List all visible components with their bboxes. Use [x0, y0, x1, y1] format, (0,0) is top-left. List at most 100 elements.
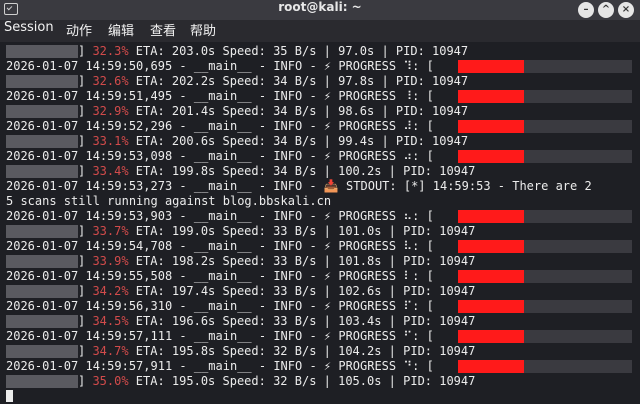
progress-status-line: ] 34.5% ETA: 196.6s Speed: 33 B/s | 103.… — [78, 314, 476, 328]
menu-edit[interactable]: 编辑 — [108, 20, 134, 42]
progress-bar-remainder — [6, 45, 78, 58]
progress-status-line: ] 33.9% ETA: 198.2s Speed: 33 B/s | 101.… — [78, 254, 476, 268]
progress-percent: 33.7% — [92, 224, 129, 238]
progress-bar-fill — [458, 360, 524, 373]
menu-view[interactable]: 查看 — [150, 20, 176, 42]
progress-status-line: ] 34.7% ETA: 195.8s Speed: 32 B/s | 104.… — [78, 344, 476, 358]
progress-percent: 33.4% — [92, 164, 129, 178]
progress-bar-fill — [458, 270, 524, 283]
log-message: - __main__ - INFO - ⚡ PROGRESS ⠙: [ — [172, 359, 434, 373]
progress-bar-track — [524, 330, 632, 343]
progress-details: ETA: 201.4s Speed: 34 B/s | 98.6s | PID:… — [128, 104, 469, 118]
progress-status-line: ] 33.4% ETA: 199.8s Speed: 34 B/s | 100.… — [78, 164, 476, 178]
progress-bar-remainder — [6, 375, 78, 388]
progress-details: ETA: 195.8s Speed: 32 B/s | 104.2s | PID… — [128, 344, 476, 358]
progress-details: ETA: 195.0s Speed: 32 B/s | 105.0s | PID… — [128, 374, 476, 388]
progress-bar-fill — [458, 240, 524, 253]
log-timestamp: 2026-01-07 14:59:53,903 — [6, 209, 173, 223]
progress-bar-remainder — [6, 345, 78, 358]
progress-status-line: ] 35.0% ETA: 195.0s Speed: 32 B/s | 105.… — [78, 374, 476, 388]
progress-details: ETA: 200.6s Speed: 34 B/s | 99.4s | PID:… — [128, 134, 469, 148]
log-message: - __main__ - INFO - ⚡ PROGRESS ⠴: [ — [172, 149, 434, 163]
progress-bar-remainder — [6, 255, 78, 268]
log-message: - __main__ - INFO - ⚡ PROGRESS ⠼: [ — [172, 119, 434, 133]
close-icon[interactable]: × — [618, 2, 634, 18]
progress-status-line: ] 32.6% ETA: 202.2s Speed: 34 B/s | 97.8… — [78, 74, 469, 88]
log-message: - __main__ - INFO - ⚡ PROGRESS ⠦: [ — [172, 209, 434, 223]
log-message: - __main__ - INFO - ⚡ PROGRESS ⠇: [ — [172, 269, 434, 283]
progress-percent: 32.6% — [92, 74, 129, 88]
progress-details: ETA: 198.2s Speed: 33 B/s | 101.8s | PID… — [128, 254, 476, 268]
log-timestamp: 2026-01-07 14:59:54,708 — [6, 239, 173, 253]
progress-bar-fill — [458, 150, 524, 163]
log-line: 2026-01-07 14:59:54,708 - __main__ - INF… — [6, 239, 434, 254]
log-timestamp: 2026-01-07 14:59:55,508 — [6, 269, 173, 283]
progress-percent: 35.0% — [92, 374, 129, 388]
minimize-icon[interactable]: – — [578, 2, 594, 18]
log-line: 2026-01-07 14:59:57,911 - __main__ - INF… — [6, 359, 434, 374]
log-message: - __main__ - INFO - ⚡ PROGRESS ⠋: [ — [172, 329, 434, 343]
progress-bar-track — [524, 90, 632, 103]
log-message: - __main__ - INFO - ⚡ PROGRESS ⠏: [ — [172, 299, 434, 313]
log-line: 2026-01-07 14:59:53,098 - __main__ - INF… — [6, 149, 434, 164]
progress-bar-remainder — [6, 225, 78, 238]
log-line: 2026-01-07 14:59:50,695 - __main__ - INF… — [6, 59, 434, 74]
progress-percent: 32.9% — [92, 104, 129, 118]
progress-details: ETA: 197.4s Speed: 33 B/s | 102.6s | PID… — [128, 284, 476, 298]
log-message: - __main__ - INFO - ⚡ PROGRESS ⠸: [ — [172, 89, 434, 103]
window-titlebar: root@kali: ~ – ^ × — [0, 0, 640, 20]
progress-status-line: ] 32.9% ETA: 201.4s Speed: 34 B/s | 98.6… — [78, 104, 469, 118]
log-timestamp: 2026-01-07 14:59:57,911 — [6, 359, 173, 373]
menu-action[interactable]: 动作 — [66, 20, 92, 42]
log-line: 2026-01-07 14:59:55,508 - __main__ - INF… — [6, 269, 434, 284]
progress-percent: 34.5% — [92, 314, 129, 328]
progress-details: ETA: 199.8s Speed: 34 B/s | 100.2s | PID… — [128, 164, 476, 178]
progress-status-line: ] 33.1% ETA: 200.6s Speed: 34 B/s | 99.4… — [78, 134, 469, 148]
menu-help[interactable]: 帮助 — [190, 20, 216, 42]
progress-bar-fill — [458, 120, 524, 133]
progress-bar-track — [524, 300, 632, 313]
progress-details: ETA: 202.2s Speed: 34 B/s | 97.8s | PID:… — [128, 74, 469, 88]
progress-bar-remainder — [6, 105, 78, 118]
terminal-output[interactable]: ] 32.3% ETA: 203.0s Speed: 35 B/s | 97.0… — [0, 42, 640, 404]
progress-percent: 32.3% — [92, 44, 129, 58]
progress-details: ETA: 196.6s Speed: 33 B/s | 103.4s | PID… — [128, 314, 476, 328]
terminal-cursor — [6, 390, 13, 402]
log-timestamp: 2026-01-07 14:59:57,111 — [6, 329, 173, 343]
stdout-line: 5 scans still running against blog.bbska… — [6, 194, 332, 208]
log-line: 2026-01-07 14:59:53,903 - __main__ - INF… — [6, 209, 434, 224]
progress-percent: 33.9% — [92, 254, 129, 268]
progress-bar-track — [524, 150, 632, 163]
log-line: 2026-01-07 14:59:57,111 - __main__ - INF… — [6, 329, 434, 344]
menu-session[interactable]: Session — [4, 20, 54, 42]
progress-bar-fill — [458, 210, 524, 223]
stdout-line: 2026-01-07 14:59:53,273 - __main__ - INF… — [6, 179, 592, 193]
log-message: - __main__ - INFO - ⚡ PROGRESS ⠧: [ — [172, 239, 434, 253]
progress-bar-remainder — [6, 135, 78, 148]
log-timestamp: 2026-01-07 14:59:53,098 — [6, 149, 173, 163]
log-line: 2026-01-07 14:59:52,296 - __main__ - INF… — [6, 119, 434, 134]
progress-percent: 34.2% — [92, 284, 129, 298]
log-line: 2026-01-07 14:59:56,310 - __main__ - INF… — [6, 299, 434, 314]
log-message: - __main__ - INFO - ⚡ PROGRESS ⠹: [ — [172, 59, 434, 73]
progress-bar-fill — [458, 330, 524, 343]
progress-bar-track — [524, 60, 632, 73]
log-timestamp: 2026-01-07 14:59:56,310 — [6, 299, 173, 313]
progress-bar-fill — [458, 300, 524, 313]
progress-bar-track — [524, 270, 632, 283]
progress-details: ETA: 203.0s Speed: 35 B/s | 97.0s | PID:… — [128, 44, 469, 58]
progress-bar-remainder — [6, 285, 78, 298]
progress-details: ETA: 199.0s Speed: 33 B/s | 101.0s | PID… — [128, 224, 476, 238]
progress-percent: 33.1% — [92, 134, 129, 148]
progress-bar-track — [524, 120, 632, 133]
menubar: Session 动作 编辑 查看 帮助 — [0, 20, 640, 42]
progress-bar-track — [524, 210, 632, 223]
progress-percent: 34.7% — [92, 344, 129, 358]
window-title: root@kali: ~ — [278, 0, 362, 14]
progress-status-line: ] 32.3% ETA: 203.0s Speed: 35 B/s | 97.0… — [78, 44, 469, 58]
log-timestamp: 2026-01-07 14:59:51,495 — [6, 89, 173, 103]
progress-status-line: ] 33.7% ETA: 199.0s Speed: 33 B/s | 101.… — [78, 224, 476, 238]
log-timestamp: 2026-01-07 14:59:50,695 — [6, 59, 173, 73]
progress-bar-track — [524, 360, 632, 373]
maximize-icon[interactable]: ^ — [598, 2, 614, 18]
